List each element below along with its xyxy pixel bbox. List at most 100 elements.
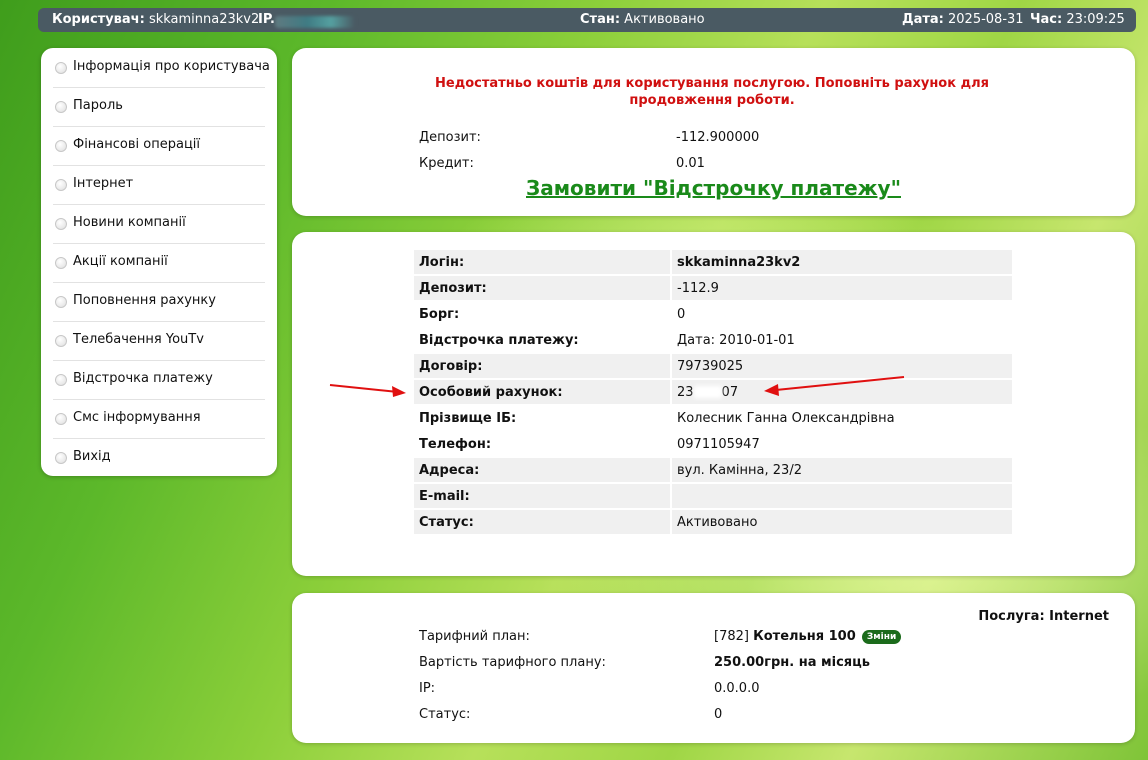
price-label: Вартість тарифного плану: <box>419 655 606 670</box>
radio-icon <box>55 374 67 386</box>
balance-warning-panel: Недостатньо коштів для користування посл… <box>292 48 1135 216</box>
state-info: Стан: Активовано <box>580 12 705 27</box>
menu-item-label: Смс інформування <box>73 410 201 425</box>
insufficient-funds-warning: Недостатньо коштів для користування посл… <box>435 76 989 108</box>
menu-item-news[interactable]: Новини компанії <box>53 204 265 244</box>
row-value: 0971105947 <box>670 432 1012 456</box>
menu-item-promotions[interactable]: Акції компанії <box>53 243 265 283</box>
ip-info: IP. <box>258 12 355 28</box>
ip-redacted <box>274 16 355 28</box>
radio-icon <box>55 257 67 269</box>
time-info: Час: 23:09:25 <box>1030 12 1125 27</box>
radio-icon <box>55 179 67 191</box>
ip-label: IP: <box>419 681 436 696</box>
radio-icon <box>55 62 67 74</box>
row-value: Дата: 2010-01-01 <box>670 328 1012 352</box>
deposit-value: -112.900000 <box>676 130 760 145</box>
table-row: Логін: skkaminna23kv2 <box>414 250 1012 274</box>
radio-icon <box>55 452 67 464</box>
menu-item-label: Телебачення YouTv <box>73 332 204 347</box>
plan-name: Котельня 100 <box>753 629 856 644</box>
row-label: Прізвище ІБ: <box>419 410 517 426</box>
user-info-panel: Логін: skkaminna23kv2 Депозит: -112.9 Борг… <box>292 232 1135 576</box>
service-title: Послуга: Internet <box>978 609 1109 624</box>
top-status-bar: Користувач: skkaminna23kv2 IP. Стан: Акт… <box>38 8 1136 32</box>
radio-icon <box>55 296 67 308</box>
menu-item-internet[interactable]: Інтернет <box>53 165 265 205</box>
credit-value: 0.01 <box>676 156 705 171</box>
menu-item-label: Вихід <box>73 449 111 464</box>
user-label: Користувач: <box>52 12 145 27</box>
table-row: Прізвище ІБ: Колесник Ганна Олександрівна <box>414 406 1012 430</box>
row-value: Колесник Ганна Олександрівна <box>670 406 1012 430</box>
login-value: skkaminna23kv2 <box>670 250 1012 274</box>
table-row: Телефон: 0971105947 <box>414 432 1012 456</box>
row-value: -112.9 <box>670 276 1012 300</box>
table-row: Борг: 0 <box>414 302 1012 326</box>
table-row: Відстрочка платежу: Дата: 2010-01-01 <box>414 328 1012 352</box>
menu-item-topup[interactable]: Поповнення рахунку <box>53 282 265 322</box>
menu-item-sms[interactable]: Смс інформування <box>53 399 265 439</box>
plan-value: [782] Котельня 100 Зміни <box>714 629 902 644</box>
menu-item-logout[interactable]: Вихід <box>53 438 265 477</box>
table-row: E-mail: <box>414 484 1012 508</box>
row-label: Депозит: <box>414 276 670 300</box>
date-value: 2025-08-31 <box>948 12 1024 27</box>
menu-item-label: Пароль <box>73 98 123 113</box>
radio-icon <box>55 413 67 425</box>
ip-value: 0.0.0.0 <box>714 681 760 696</box>
row-label: Відстрочка платежу: <box>419 332 579 348</box>
row-value: Активовано <box>670 510 1012 534</box>
menu-item-user-info[interactable]: Інформація про користувача <box>53 48 270 88</box>
credit-label: Кредит: <box>419 156 474 171</box>
ip-label: IP. <box>258 12 275 27</box>
order-deferral-link[interactable]: Замовити "Відстрочку платежу" <box>292 176 1135 200</box>
user-info: Користувач: skkaminna23kv2 <box>52 12 259 27</box>
change-plan-button[interactable]: Зміни <box>861 629 902 644</box>
table-row: Статус: Активовано <box>414 510 1012 534</box>
menu-item-label: Фінансові операції <box>73 137 201 152</box>
service-panel: Послуга: Internet Тарифний план: [782] К… <box>292 593 1135 743</box>
menu-item-label: Акції компанії <box>73 254 168 269</box>
row-label: Борг: <box>419 306 460 322</box>
menu-item-password[interactable]: Пароль <box>53 87 265 127</box>
user-value: skkaminna23kv2 <box>148 12 260 27</box>
menu-item-deferral[interactable]: Відстрочка платежу <box>53 360 265 400</box>
menu-item-label: Відстрочка платежу <box>73 371 213 386</box>
menu-item-label: Інформація про користувача <box>73 59 270 74</box>
annotation-arrows <box>329 376 905 397</box>
menu-item-label: Інтернет <box>73 176 134 191</box>
radio-icon <box>55 140 67 152</box>
date-label: Дата: <box>902 12 944 27</box>
state-value: Активовано <box>624 12 705 27</box>
state-label: Стан: <box>580 12 621 27</box>
row-value: 0 <box>670 302 1012 326</box>
plan-label: Тарифний план: <box>419 629 530 644</box>
menu-item-label: Новини компанії <box>73 215 186 230</box>
time-label: Час: <box>1030 12 1063 27</box>
service-status-value: 0 <box>714 707 723 722</box>
radio-icon <box>55 335 67 347</box>
menu-item-youtv[interactable]: Телебачення YouTv <box>53 321 265 361</box>
date-info: Дата: 2025-08-31 <box>902 12 1024 27</box>
service-status-label: Статус: <box>419 707 471 722</box>
row-label: Адреса: <box>414 458 670 482</box>
row-label: Телефон: <box>419 436 492 452</box>
row-label: Логін: <box>414 250 670 274</box>
row-label: Статус: <box>414 510 670 534</box>
row-value <box>670 484 1012 508</box>
sidebar-menu: Інформація про користувача Пароль Фінанс… <box>41 48 277 476</box>
price-value: 250.00грн. на місяць <box>714 655 870 670</box>
radio-icon <box>55 218 67 230</box>
radio-icon <box>55 101 67 113</box>
right-arrow-icon <box>764 376 905 396</box>
menu-item-label: Поповнення рахунку <box>73 293 216 308</box>
table-row: Депозит: -112.9 <box>414 276 1012 300</box>
row-label: E-mail: <box>414 484 670 508</box>
row-value: вул. Камінна, 23/2 <box>670 458 1012 482</box>
table-row: Адреса: вул. Камінна, 23/2 <box>414 458 1012 482</box>
menu-item-finance[interactable]: Фінансові операції <box>53 126 265 166</box>
time-value: 23:09:25 <box>1066 12 1125 27</box>
plan-code: [782] <box>714 629 749 644</box>
deposit-label: Депозит: <box>419 130 481 145</box>
